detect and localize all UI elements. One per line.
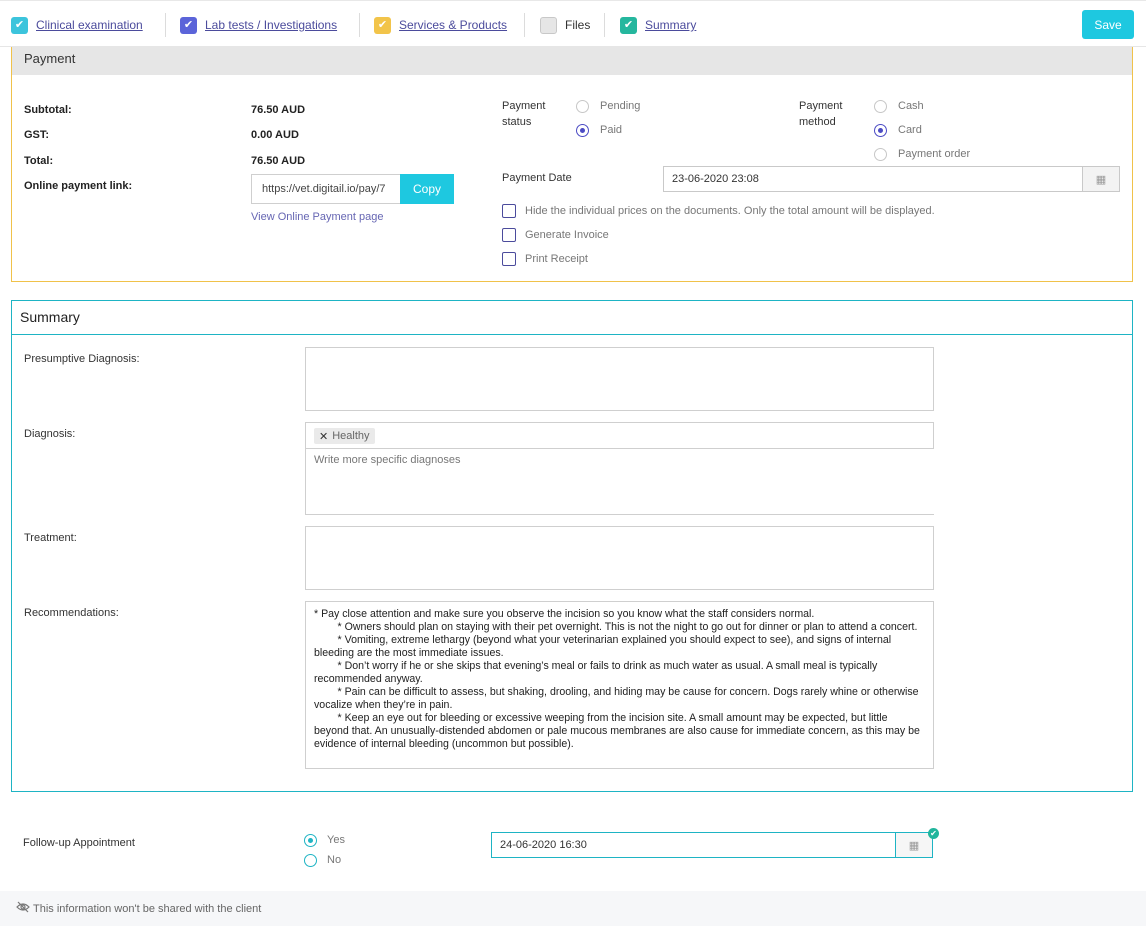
generate-invoice-checkbox[interactable] [502,228,516,242]
radio-cash-label[interactable]: Cash [898,100,924,112]
view-online-payment-link[interactable]: View Online Payment page [251,211,384,223]
radio-pending-label[interactable]: Pending [600,100,640,112]
radio-card[interactable] [874,124,887,137]
payment-date-label: Payment Date [502,172,572,184]
divider [524,13,525,37]
subtotal-value: 76.50 AUD [251,104,306,116]
check-icon[interactable]: ✔ [11,16,28,34]
radio-payment-order[interactable] [874,148,887,161]
valid-check-icon: ✔ [928,828,939,839]
save-button[interactable]: Save [1082,10,1134,39]
radio-cash[interactable] [874,100,887,113]
radio-follow-up-yes-label[interactable]: Yes [327,834,345,846]
privacy-note-text: This information won't be shared with th… [33,903,262,915]
tab-lab-tests[interactable]: ✔ Lab tests / Investigations [180,16,337,34]
diagnosis-tags-row[interactable]: ✕ Healthy [306,423,934,449]
divider [604,13,605,37]
radio-pending[interactable] [576,100,589,113]
hide-prices-label[interactable]: Hide the individual prices on the docume… [525,205,935,217]
payment-method-label: Payment method [799,100,843,128]
online-payment-link-label: Online payment link: [24,180,133,192]
gst-label: GST: [24,129,50,141]
tab-clinical-examination[interactable]: ✔ Clinical examination [11,16,143,34]
payment-panel: Payment Subtotal: 76.50 AUD GST: 0.00 AU… [11,47,1133,282]
tab-files[interactable]: Files [540,16,590,34]
payment-status-label: Payment status [502,100,546,128]
tab-label[interactable]: Summary [645,18,696,32]
treatment-label: Treatment: [24,532,77,544]
radio-follow-up-no-label[interactable]: No [327,854,341,866]
divider [165,13,166,37]
generate-invoice-label[interactable]: Generate Invoice [525,229,609,241]
recommendations-label: Recommendations: [24,607,119,619]
payment-title: Payment [12,47,1132,75]
subtotal-label: Subtotal: [24,104,72,116]
tab-label[interactable]: Files [565,18,590,32]
radio-payment-order-label[interactable]: Payment order [898,148,970,160]
tab-label[interactable]: Lab tests / Investigations [205,18,337,32]
diagnosis-label: Diagnosis: [24,428,76,440]
diagnosis-placeholder[interactable]: Write more specific diagnoses [314,454,461,466]
total-value: 76.50 AUD [251,155,306,167]
diagnosis-field[interactable]: ✕ Healthy Write more specific diagnoses [305,422,934,515]
privacy-note: This information won't be shared with th… [0,891,1146,926]
tab-label[interactable]: Services & Products [399,18,507,32]
diagnosis-tag[interactable]: ✕ Healthy [314,428,375,444]
follow-up-date-input[interactable]: 24-06-2020 16:30 [491,832,896,858]
total-label: Total: [24,155,54,167]
tab-summary[interactable]: ✔ Summary [620,16,696,34]
diagnosis-tag-label: Healthy [332,430,370,442]
gst-value: 0.00 AUD [251,129,299,141]
recommendations-text[interactable]: * Pay close attention and make sure you … [306,602,933,757]
recommendations-textarea[interactable]: * Pay close attention and make sure you … [305,601,934,769]
calendar-icon[interactable]: ▦ [1082,166,1120,192]
radio-follow-up-yes[interactable] [304,834,317,847]
presumptive-diagnosis-textarea[interactable] [305,347,934,411]
presumptive-diagnosis-label: Presumptive Diagnosis: [24,353,140,365]
radio-paid-label[interactable]: Paid [600,124,622,136]
payment-date-input[interactable]: 23-06-2020 23:08 [663,166,1083,192]
divider [359,13,360,37]
online-payment-link-field[interactable]: https://vet.digitail.io/pay/7 [251,174,400,204]
summary-panel: Summary Presumptive Diagnosis: Diagnosis… [11,300,1133,792]
print-receipt-checkbox[interactable] [502,252,516,266]
eye-off-icon [16,901,30,913]
remove-icon[interactable]: ✕ [319,430,328,443]
print-receipt-label[interactable]: Print Receipt [525,253,588,265]
check-icon[interactable]: ✔ [374,16,391,34]
radio-follow-up-no[interactable] [304,854,317,867]
tab-services-products[interactable]: ✔ Services & Products [374,16,507,34]
treatment-textarea[interactable] [305,526,934,590]
hide-prices-checkbox[interactable] [502,204,516,218]
check-icon[interactable]: ✔ [620,16,637,34]
summary-title: Summary [12,301,1132,335]
step-tabs-bar: ✔ Clinical examination ✔ Lab tests / Inv… [0,0,1146,47]
tab-label[interactable]: Clinical examination [36,18,143,32]
radio-paid[interactable] [576,124,589,137]
check-icon[interactable]: ✔ [180,16,197,34]
radio-card-label[interactable]: Card [898,124,922,136]
follow-up-label: Follow-up Appointment [23,837,135,849]
calendar-icon[interactable]: ▦ [895,832,933,858]
copy-button[interactable]: Copy [400,174,454,204]
checkbox-empty-icon[interactable] [540,16,557,34]
